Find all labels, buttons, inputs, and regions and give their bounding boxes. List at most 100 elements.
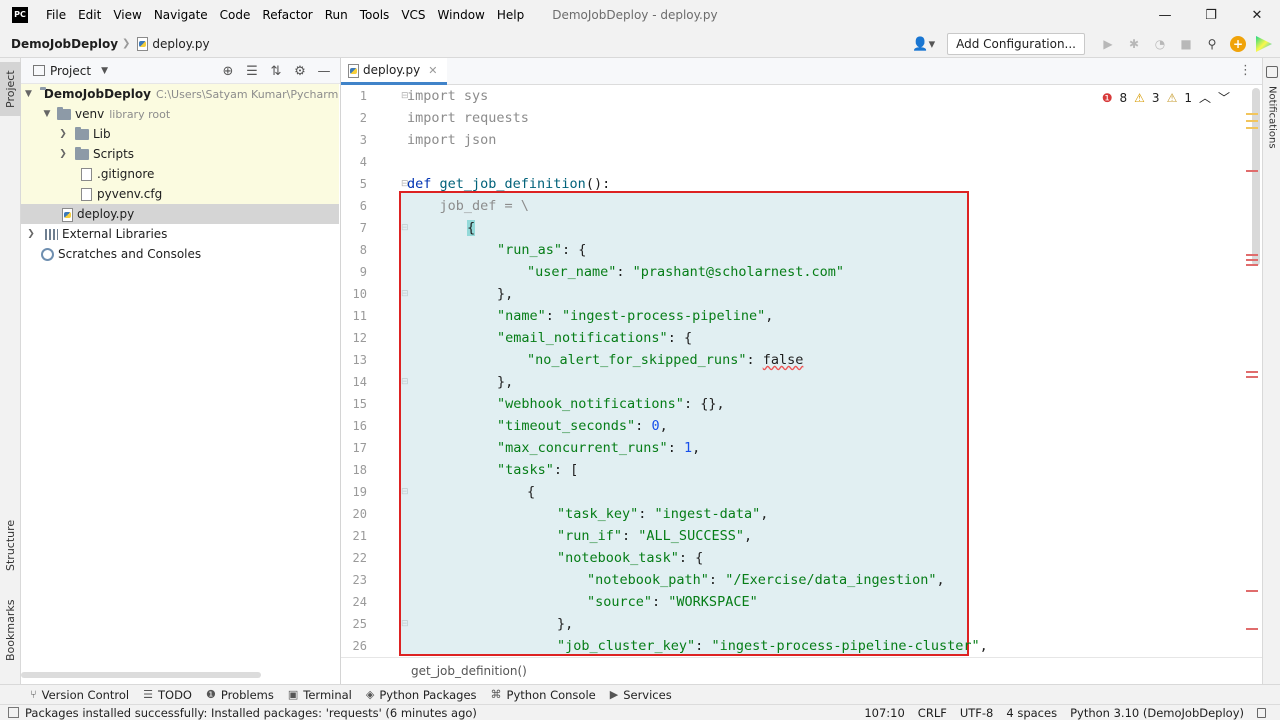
notifications-icon[interactable] — [1266, 66, 1278, 78]
error-marker[interactable] — [1246, 590, 1258, 592]
line-number: 7 — [359, 221, 367, 235]
code-area[interactable]: import sys import requests import json d… — [407, 85, 1247, 657]
line-number: 16 — [352, 419, 367, 433]
menu-navigate[interactable]: Navigate — [148, 8, 214, 22]
indent-setting[interactable]: 4 spaces — [1006, 706, 1057, 720]
breadcrumb-project[interactable]: DemoJobDeploy — [11, 37, 118, 51]
run-icon[interactable]: ▶ — [1097, 33, 1119, 55]
tool-python-console[interactable]: ⌘ Python Console — [491, 688, 596, 702]
chevron-right-icon[interactable]: ❯ — [25, 229, 37, 239]
menu-edit[interactable]: Edit — [72, 8, 107, 22]
tool-todo[interactable]: ☰ TODO — [143, 688, 192, 702]
tree-item-lib[interactable]: ❯ Lib — [21, 124, 339, 144]
tool-terminal[interactable]: ▣ Terminal — [288, 688, 352, 702]
caret-position[interactable]: 107:10 — [864, 706, 904, 720]
error-marker[interactable] — [1246, 371, 1258, 373]
jetbrains-icon[interactable] — [1256, 36, 1272, 52]
menu-window[interactable]: Window — [432, 8, 491, 22]
expand-all-icon[interactable]: ☰ — [244, 62, 260, 80]
tool-tab-project[interactable]: Project — [0, 62, 21, 116]
horizontal-scrollbar[interactable] — [21, 672, 261, 678]
window-icon — [33, 65, 45, 76]
python-interpreter[interactable]: Python 3.10 (DemoJobDeploy) — [1070, 706, 1244, 720]
line-number-gutter: 1 ⊟ 2 3 4 5 ⊟ 6 7 ⊟ 8 9 10 ⊟ 11 12 13 14 ⊟ 15 16 17 18 19 ⊟ 20 21 2… — [341, 85, 409, 657]
chevron-down-icon[interactable]: ▼ — [25, 89, 32, 99]
tree-item-pyvenv-cfg[interactable]: pyvenv.cfg — [21, 184, 339, 204]
updates-icon[interactable]: + — [1230, 36, 1246, 52]
chevron-right-icon[interactable]: ❯ — [57, 129, 69, 139]
breadcrumb-function[interactable]: get_job_definition() — [411, 664, 527, 678]
tool-version-control[interactable]: ⑂ Version Control — [30, 688, 129, 702]
error-marker[interactable] — [1246, 628, 1258, 630]
menu-view[interactable]: View — [107, 8, 147, 22]
tool-tab-bookmarks[interactable]: Bookmarks — [0, 596, 21, 664]
search-icon[interactable]: ⚲ — [1201, 33, 1223, 55]
stop-icon[interactable]: ■ — [1175, 33, 1197, 55]
maximize-button[interactable]: ❐ — [1188, 0, 1234, 30]
chevron-down-icon[interactable]: ﹀ — [1218, 89, 1230, 106]
menu-tools[interactable]: Tools — [354, 8, 396, 22]
error-marker[interactable] — [1246, 376, 1258, 378]
line-number: 18 — [352, 463, 367, 477]
tree-item-external-libraries[interactable]: ❯ External Libraries — [21, 224, 339, 244]
close-icon[interactable]: ✕ — [428, 64, 437, 77]
tree-item-venv[interactable]: ▼ venv library root — [21, 104, 339, 124]
file-encoding[interactable]: UTF-8 — [960, 706, 994, 720]
lock-icon[interactable] — [1257, 708, 1266, 718]
menu-code[interactable]: Code — [214, 8, 257, 22]
chevron-right-icon[interactable]: ❯ — [57, 149, 69, 159]
locate-icon[interactable]: ⊕ — [220, 62, 236, 80]
line-separator[interactable]: CRLF — [918, 706, 947, 720]
tool-python-packages[interactable]: ◈ Python Packages — [366, 688, 477, 702]
close-button[interactable]: ✕ — [1234, 0, 1280, 30]
line-number: 8 — [359, 243, 367, 257]
tool-tab-notifications[interactable]: Notifications — [1263, 84, 1280, 150]
tree-item-label: pyvenv.cfg — [97, 187, 163, 201]
menu-refactor[interactable]: Refactor — [256, 8, 318, 22]
tool-services[interactable]: ▶ Services — [610, 688, 672, 702]
collapse-all-icon[interactable]: ⇅ — [268, 62, 284, 80]
debug-icon[interactable]: ✱ — [1123, 33, 1145, 55]
error-marker[interactable] — [1246, 264, 1258, 266]
menu-vcs[interactable]: VCS — [395, 8, 431, 22]
status-bar: Packages installed successfully: Install… — [0, 704, 1280, 720]
tab-deploy-py[interactable]: deploy.py ✕ — [341, 58, 448, 85]
status-widgets: 107:10 CRLF UTF-8 4 spaces Python 3.10 (… — [864, 705, 1266, 720]
warning-marker[interactable] — [1246, 120, 1258, 122]
error-marker[interactable] — [1246, 254, 1258, 256]
warning-marker[interactable] — [1246, 127, 1258, 129]
user-icon[interactable]: 👤▾ — [912, 37, 935, 52]
menu-file[interactable]: File — [40, 8, 72, 22]
inspection-widget[interactable]: ❶8 ⚠ 3 ⚠ 1 ︿ ﹀ — [1102, 89, 1230, 106]
add-configuration-button[interactable]: Add Configuration... — [947, 33, 1085, 55]
chevron-down-icon[interactable]: ▼ — [41, 109, 53, 119]
hide-icon[interactable]: — — [316, 62, 332, 80]
line-number: 10 — [352, 287, 367, 301]
tree-item-scratches[interactable]: Scratches and Consoles — [21, 244, 339, 264]
tree-item-demojobdeploy[interactable]: ▼ DemoJobDeploy C:\Users\Satyam Kumar\Py… — [21, 84, 339, 104]
gear-icon[interactable]: ⚙ — [292, 62, 308, 80]
tool-problems[interactable]: ❶ Problems — [206, 688, 274, 702]
breadcrumb-file[interactable]: deploy.py — [152, 37, 209, 51]
tree-item-label: Lib — [93, 127, 111, 141]
project-panel-title[interactable]: Project — [50, 64, 91, 78]
code-line: "job_cluster_key": "ingest-process-pipel… — [557, 638, 988, 654]
status-message[interactable]: Packages installed successfully: Install… — [25, 706, 477, 720]
menu-help[interactable]: Help — [491, 8, 530, 22]
coverage-icon[interactable]: ◔ — [1149, 33, 1171, 55]
code-line: "notebook_task": { — [557, 550, 704, 566]
warning-marker[interactable] — [1246, 113, 1258, 115]
panel-toggle-icon[interactable] — [8, 707, 19, 718]
chevron-up-icon[interactable]: ︿ — [1199, 89, 1211, 106]
minimize-button[interactable]: — — [1142, 0, 1188, 30]
chevron-down-icon[interactable]: ▼ — [101, 66, 108, 76]
tree-item-gitignore[interactable]: .gitignore — [21, 164, 339, 184]
services-icon: ▶ — [609, 688, 619, 701]
tree-item-scripts[interactable]: ❯ Scripts — [21, 144, 339, 164]
tree-item-deploy-py[interactable]: deploy.py — [21, 204, 339, 224]
more-icon[interactable]: ⋮ — [1239, 63, 1252, 78]
error-marker[interactable] — [1246, 170, 1258, 172]
menu-run[interactable]: Run — [319, 8, 354, 22]
tool-tab-structure[interactable]: Structure — [0, 513, 21, 577]
error-marker[interactable] — [1246, 259, 1258, 261]
